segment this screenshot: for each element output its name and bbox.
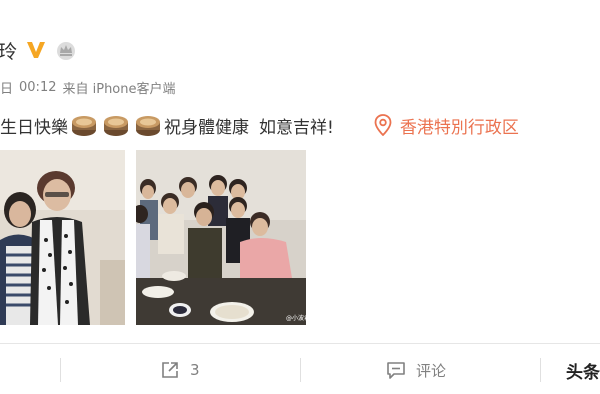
post-text-wish: 祝身體健康 <box>164 117 249 138</box>
share-icon <box>160 360 180 380</box>
cake-icon <box>135 112 161 138</box>
post-text: 生日快樂 祝身體健康 如意吉祥! 香港特別行政区 <box>0 110 519 140</box>
toutiao-logo[interactable]: 头条 <box>566 358 600 383</box>
post-date[interactable]: 日 <box>0 78 13 97</box>
action-divider <box>540 358 541 382</box>
post-text-tail: 如意吉祥! <box>259 117 334 138</box>
action-divider <box>60 358 61 382</box>
comment-label: 评论 <box>416 361 447 380</box>
post-text-greeting: 生日快樂 <box>0 117 68 138</box>
comment-icon <box>386 360 406 380</box>
share-button[interactable]: 3 <box>160 358 200 382</box>
cake-icon <box>103 112 129 138</box>
photo-two-women[interactable] <box>0 150 125 325</box>
location-pin-icon <box>374 114 392 137</box>
action-divider <box>300 358 301 382</box>
action-bar: 3 评论 头条 <box>0 344 600 394</box>
author-name[interactable]: 玲 <box>0 37 17 64</box>
location-link[interactable]: 香港特別行政区 <box>374 113 519 138</box>
share-count: 3 <box>190 361 200 379</box>
cake-icon <box>71 112 97 138</box>
post-source: 来自 iPhone客户端 <box>62 81 176 97</box>
comment-button[interactable]: 评论 <box>386 358 446 382</box>
photo-group-dinner[interactable]: @小波君 <box>136 150 306 325</box>
author-row: 玲 <box>0 36 77 64</box>
meta-row: 日 00:12 来自 iPhone客户端 <box>0 77 176 97</box>
location-label: 香港特別行政区 <box>399 117 519 138</box>
post-time[interactable]: 00:12 <box>19 80 56 95</box>
crown-icon[interactable] <box>55 39 77 61</box>
photo-watermark: @小波君 <box>286 314 306 322</box>
vip-v-icon[interactable] <box>25 39 47 61</box>
